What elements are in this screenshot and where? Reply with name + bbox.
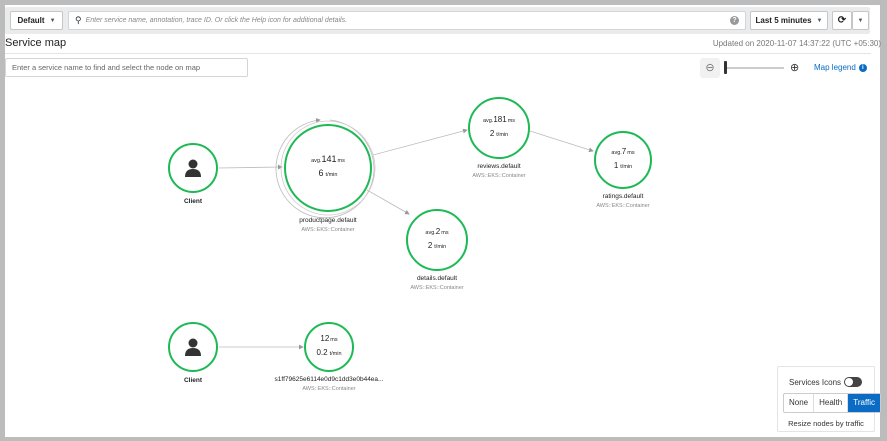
node-name: Client — [184, 198, 203, 205]
rate-unit: t/min — [326, 172, 338, 178]
node-circle — [594, 131, 652, 189]
service-map: Clientavg.141ms6 t/minproductpage.default… — [168, 97, 652, 392]
edge — [366, 189, 410, 215]
latency-unit: ms — [330, 337, 338, 343]
node-circle — [304, 322, 354, 372]
latency-prefix: avg. — [311, 158, 322, 164]
rate-value: 1 — [614, 161, 619, 170]
client-node[interactable]: Client — [168, 143, 218, 205]
service-node[interactable]: 12ms0.2 t/min s1ff79625e6114e0d9c1dd3e0b44… — [275, 322, 384, 392]
rate-unit: t/min — [620, 164, 632, 170]
rate-unit: t/min — [434, 244, 446, 250]
latency-unit: ms — [627, 150, 635, 156]
node-type: AWS::EKS::Container — [596, 203, 649, 209]
node-name: s1ff79625e6114e0d9c1dd3e0b44ea... — [275, 376, 384, 383]
service-node[interactable]: avg.141ms6 t/minproductpage.defaultAWS::E… — [284, 124, 372, 233]
latency-prefix: avg. — [483, 118, 494, 124]
node-circle — [284, 124, 372, 212]
rate-value: 2 — [490, 129, 495, 138]
latency-value: 2 — [436, 227, 441, 236]
option-none[interactable]: None — [784, 394, 815, 412]
edge — [529, 130, 594, 153]
client-node[interactable]: Client — [168, 322, 218, 384]
service-node[interactable]: avg.181ms2 t/minreviews.defaultAWS::EKS::… — [468, 97, 530, 179]
service-node[interactable]: avg.2ms2 t/mindetails.defaultAWS::EKS::Co… — [406, 209, 468, 291]
latency-prefix: avg. — [611, 150, 622, 156]
option-traffic[interactable]: Traffic — [848, 394, 881, 412]
node-name: details.default — [417, 275, 457, 282]
service-node[interactable]: avg.7ms1 t/minratings.defaultAWS::EKS::Co… — [594, 131, 652, 209]
rate-unit: t/min — [330, 351, 342, 357]
node-name: ratings.default — [603, 193, 644, 200]
rate-value: 6 — [319, 168, 324, 178]
node-name: Client — [184, 377, 203, 384]
node-name: productpage.default — [299, 217, 357, 224]
display-options-panel: Services Icons None Health Traffic Resiz… — [777, 366, 882, 432]
rate-unit: t/min — [496, 132, 508, 138]
node-circle — [468, 97, 530, 159]
rate-value: 0.2 — [316, 348, 328, 357]
services-icons-toggle[interactable] — [844, 377, 862, 387]
latency-value: 7 — [622, 147, 627, 156]
node-type: AWS::EKS::Container — [301, 227, 354, 233]
latency-value: 141 — [322, 154, 337, 164]
node-type: AWS::EKS::Container — [410, 285, 463, 291]
resize-hint: Resize nodes by traffic — [788, 419, 864, 428]
option-health[interactable]: Health — [814, 394, 849, 412]
services-icons-label: Services Icons — [789, 378, 842, 387]
node-type: AWS::EKS::Container — [302, 386, 355, 392]
rate-value: 2 — [428, 241, 433, 250]
node-circle — [406, 209, 468, 271]
node-type: AWS::EKS::Container — [472, 173, 525, 179]
latency-prefix: avg. — [425, 230, 436, 236]
edge — [372, 128, 468, 156]
latency-value: 181 — [493, 115, 507, 124]
resize-mode-selector: None Health Traffic — [783, 393, 882, 413]
latency-value: 12 — [320, 334, 329, 343]
edge — [218, 164, 283, 170]
node-name: reviews.default — [477, 163, 521, 170]
latency-unit: ms — [508, 118, 516, 124]
latency-unit: ms — [338, 158, 346, 164]
latency-unit: ms — [441, 230, 449, 236]
